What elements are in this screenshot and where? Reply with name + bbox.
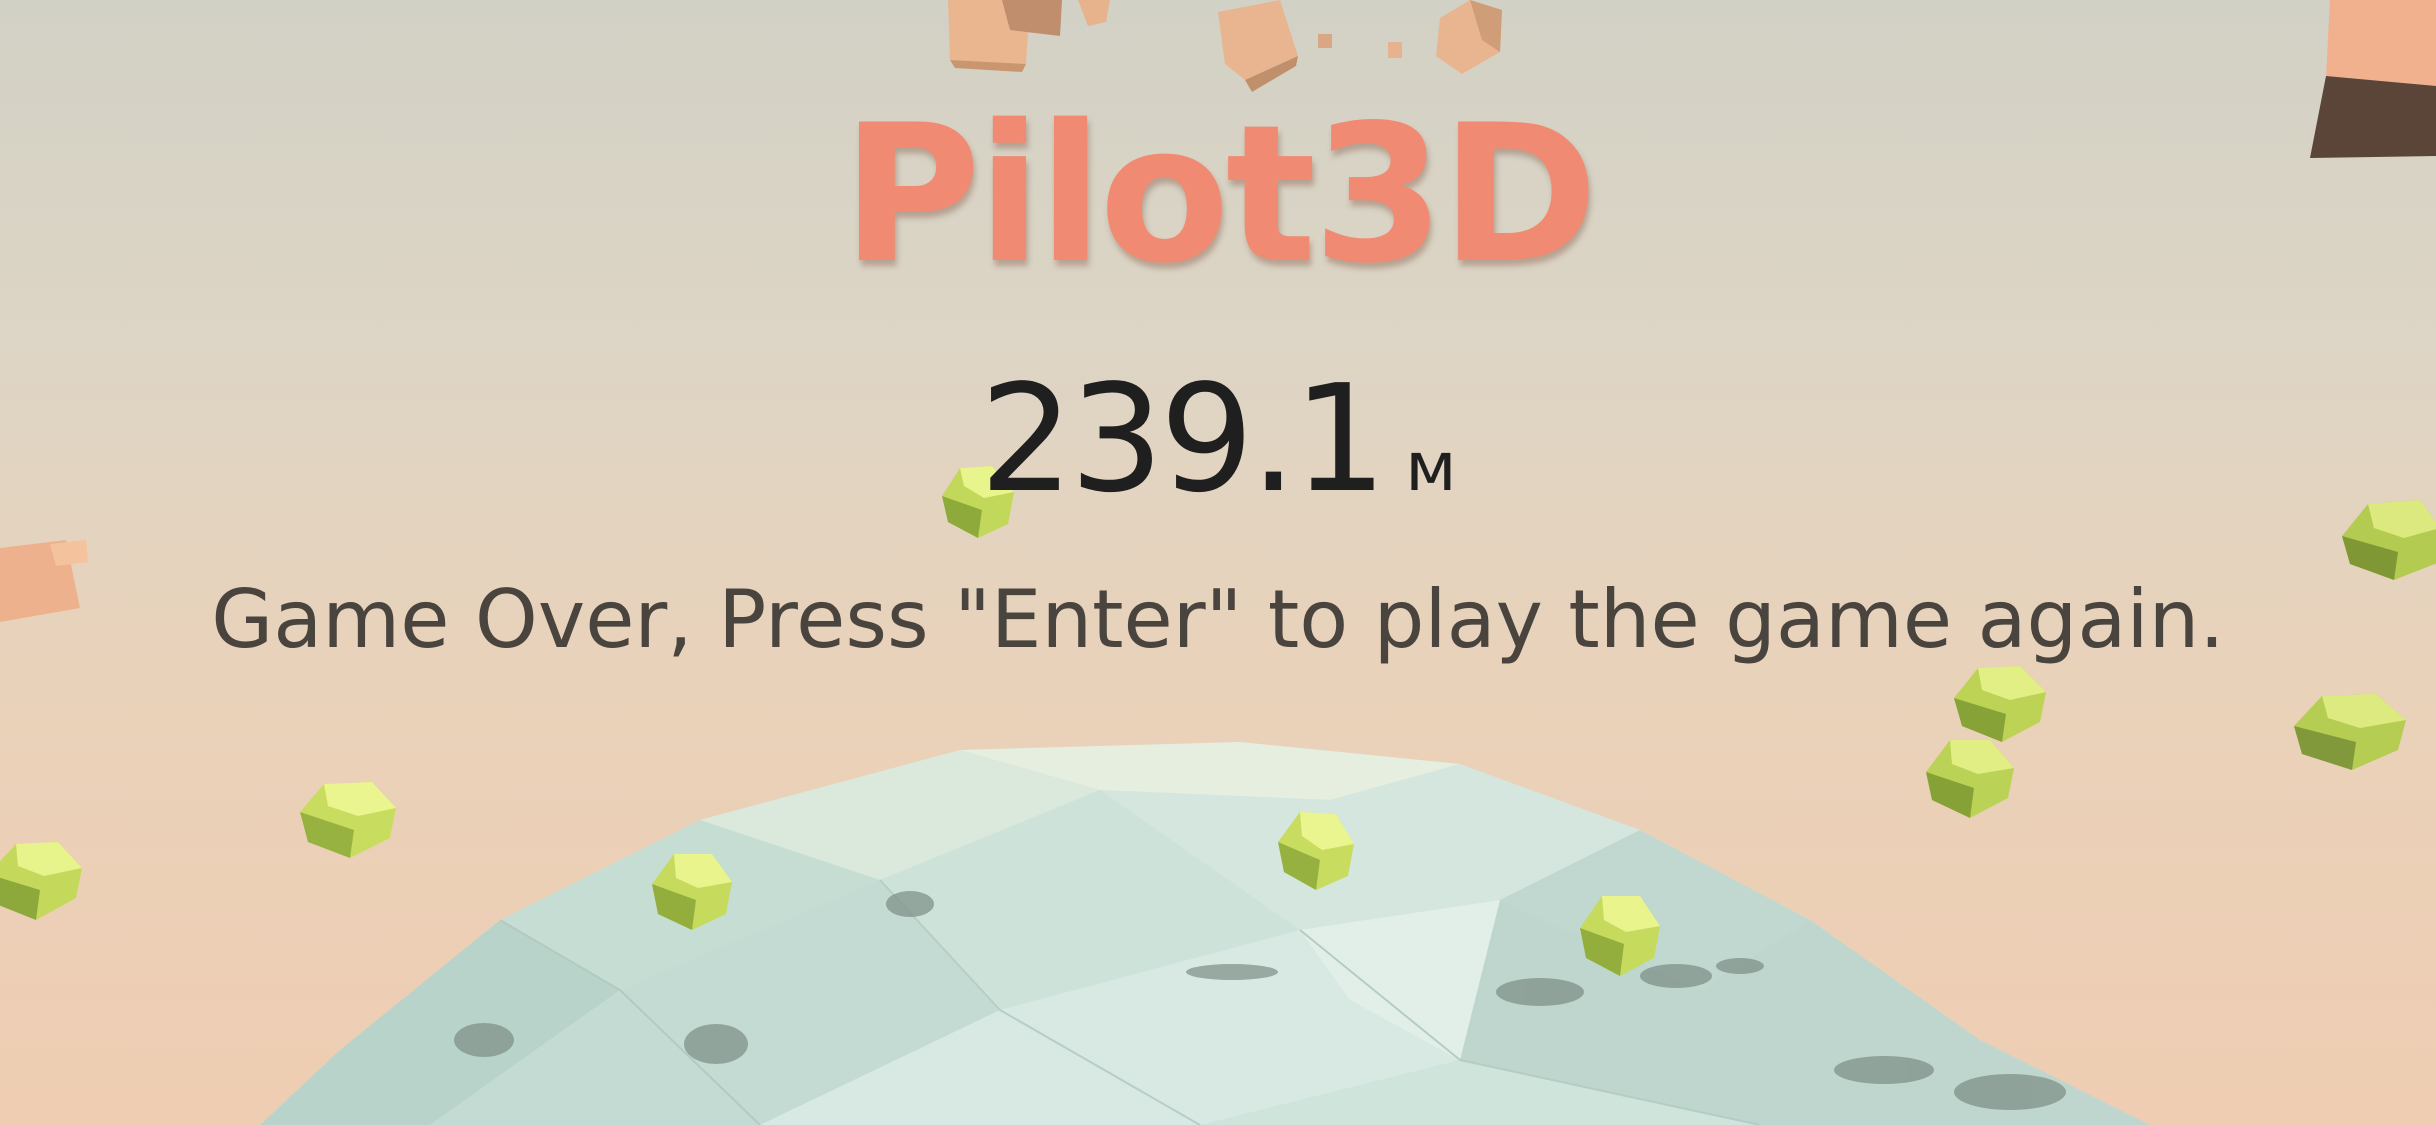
coin (0, 842, 82, 920)
game-over-message: Game Over, Press "Enter" to play the gam… (211, 573, 2225, 666)
cloud-block (1318, 34, 1332, 48)
game-title: Pilot3D (841, 84, 1599, 305)
coin (1926, 740, 2014, 818)
cloud-block (1436, 0, 1502, 74)
cloud-block (1218, 0, 1298, 92)
distance-value: 239.1 (979, 353, 1387, 525)
cloud-block (1388, 42, 1402, 58)
coin (1954, 666, 2046, 742)
coin (300, 782, 396, 858)
planet (260, 742, 2150, 1125)
cloud-block (1078, 0, 1110, 26)
distance-unit: м (1405, 428, 1457, 507)
distance-score: 239.1 м (0, 365, 2436, 513)
coin (2294, 694, 2406, 770)
